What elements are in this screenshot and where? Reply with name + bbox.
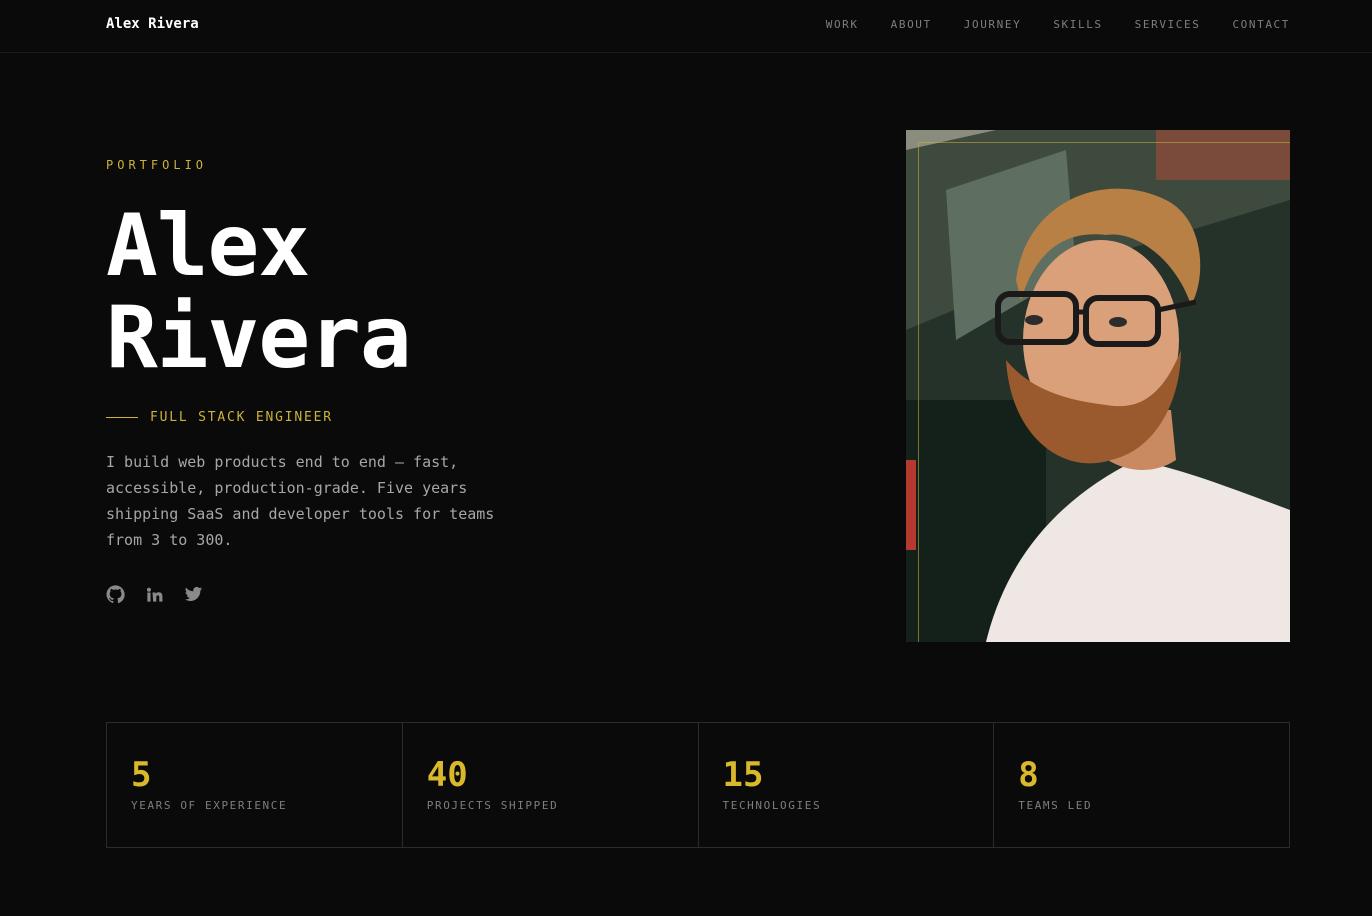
linkedin-icon[interactable] — [145, 585, 164, 604]
twitter-icon[interactable] — [184, 585, 203, 604]
role-row: FULL STACK ENGINEER — [106, 410, 666, 425]
stat-label: YEARS OF EXPERIENCE — [131, 799, 288, 812]
top-nav: Alex Rivera WORK ABOUT JOURNEY SKILLS SE… — [0, 0, 1372, 53]
nav-link-work[interactable]: WORK — [826, 18, 859, 31]
brand-link[interactable]: Alex Rivera — [106, 16, 199, 32]
nav-link-skills[interactable]: SKILLS — [1053, 18, 1102, 31]
stat-value: 40 — [426, 755, 468, 795]
github-icon[interactable] — [106, 585, 125, 604]
nav-links: WORK ABOUT JOURNEY SKILLS SERVICES CONTA… — [826, 18, 1290, 31]
stat-label: TEAMS LED — [1018, 799, 1093, 812]
role-divider — [106, 417, 138, 418]
stats-bar: 5 YEARS OF EXPERIENCE 40 PROJECTS SHIPPE… — [106, 722, 1290, 848]
stat-card: 5 YEARS OF EXPERIENCE — [107, 723, 403, 847]
social-links — [106, 585, 666, 604]
role-title: FULL STACK ENGINEER — [150, 410, 333, 425]
hero-eyebrow: PORTFOLIO — [106, 158, 208, 172]
hero-section: PORTFOLIO Alex Rivera FULL STACK ENGINEE… — [106, 158, 666, 604]
nav-link-contact[interactable]: CONTACT — [1232, 18, 1290, 31]
hero-name-last: Rivera — [106, 288, 412, 388]
portrait-illustration — [906, 130, 1290, 642]
stat-card: 40 PROJECTS SHIPPED — [403, 723, 699, 847]
stat-label: PROJECTS SHIPPED — [426, 799, 559, 812]
stat-card: 15 TECHNOLOGIES — [699, 723, 995, 847]
hero-name: Alex Rivera — [106, 200, 666, 384]
portrait-photo — [906, 130, 1290, 642]
stat-card: 8 TEAMS LED — [994, 723, 1289, 847]
nav-link-about[interactable]: ABOUT — [891, 18, 932, 31]
hero-bio: I build web products end to end — fast, … — [106, 453, 495, 549]
stat-value: 8 — [1018, 755, 1039, 795]
nav-link-services[interactable]: SERVICES — [1135, 18, 1201, 31]
stat-value: 5 — [131, 755, 152, 795]
nav-link-journey[interactable]: JOURNEY — [964, 18, 1022, 31]
stat-value: 15 — [722, 755, 764, 795]
stat-label: TECHNOLOGIES — [722, 799, 822, 812]
hero-name-first: Alex — [106, 196, 310, 296]
